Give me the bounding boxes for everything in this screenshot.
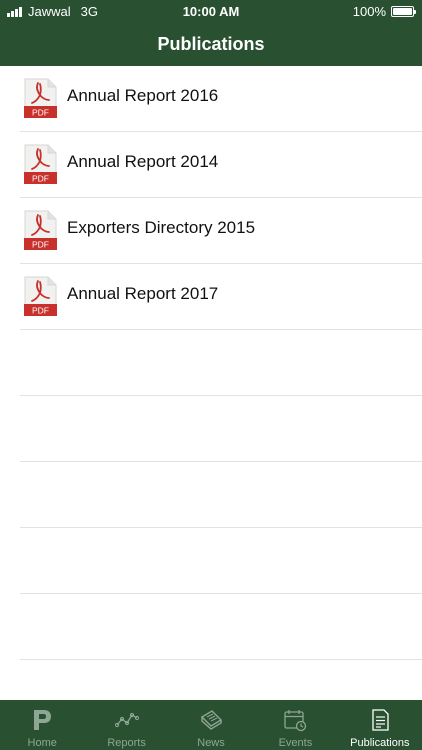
calendar-clock-icon (284, 710, 307, 732)
pdf-file-icon: PDF (24, 144, 57, 184)
pdf-badge-text: PDF (32, 306, 49, 316)
battery-icon (391, 6, 416, 17)
carrier-name: Jawwal (28, 4, 71, 19)
tab-home[interactable]: Home (0, 700, 84, 750)
publication-row[interactable]: PDF Annual Report 2016 (0, 66, 422, 132)
line-chart-icon (114, 712, 139, 728)
pdf-badge-text: PDF (32, 174, 49, 184)
network-type: 3G (80, 4, 98, 19)
tab-reports[interactable]: Reports (84, 700, 168, 750)
publications-list: PDF Annual Report 2016 PDF Annual Report… (0, 66, 422, 700)
status-left: Jawwal 3G (7, 4, 98, 19)
pdf-badge-text: PDF (32, 108, 49, 118)
tab-news[interactable]: News (169, 700, 253, 750)
status-bar: Jawwal 3G 10:00 AM 100% (0, 0, 422, 22)
status-right: 100% (352, 4, 416, 19)
empty-row (0, 528, 422, 594)
tab-publications[interactable]: Publications (338, 700, 422, 750)
tab-label: Publications (350, 737, 410, 749)
publication-title: Annual Report 2016 (67, 86, 219, 105)
document-list-icon (372, 709, 389, 731)
pdf-file-icon: PDF (24, 276, 57, 316)
pdf-file-icon: PDF (24, 78, 57, 118)
empty-row (0, 594, 422, 660)
publication-row[interactable]: PDF Annual Report 2014 (0, 132, 422, 198)
tab-label: Home (27, 737, 57, 749)
battery-percent: 100% (352, 4, 386, 19)
publication-title: Exporters Directory 2015 (67, 218, 256, 237)
empty-row (0, 330, 422, 396)
pdf-file-icon: PDF (24, 210, 57, 250)
empty-row (0, 396, 422, 462)
newspaper-icon (200, 710, 223, 730)
pdf-badge-text: PDF (32, 240, 49, 250)
empty-row (0, 462, 422, 528)
tab-label: Events (278, 737, 313, 749)
home-logo-icon (34, 710, 52, 730)
tab-events[interactable]: Events (253, 700, 337, 750)
tab-label: News (197, 737, 225, 749)
app-header: Jawwal 3G 10:00 AM 100% Publications (0, 0, 422, 66)
page-title: Publications (157, 34, 265, 54)
publication-title: Annual Report 2017 (67, 284, 219, 303)
publication-title: Annual Report 2014 (67, 152, 219, 171)
tab-bar: Home Reports News Events Publications (0, 700, 422, 750)
signal-strength-icon (7, 6, 23, 17)
publication-row[interactable]: PDF Exporters Directory 2015 (0, 198, 422, 264)
publication-row[interactable]: PDF Annual Report 2017 (0, 264, 422, 330)
nav-bar: Publications (0, 22, 422, 66)
tab-label: Reports (107, 737, 146, 749)
